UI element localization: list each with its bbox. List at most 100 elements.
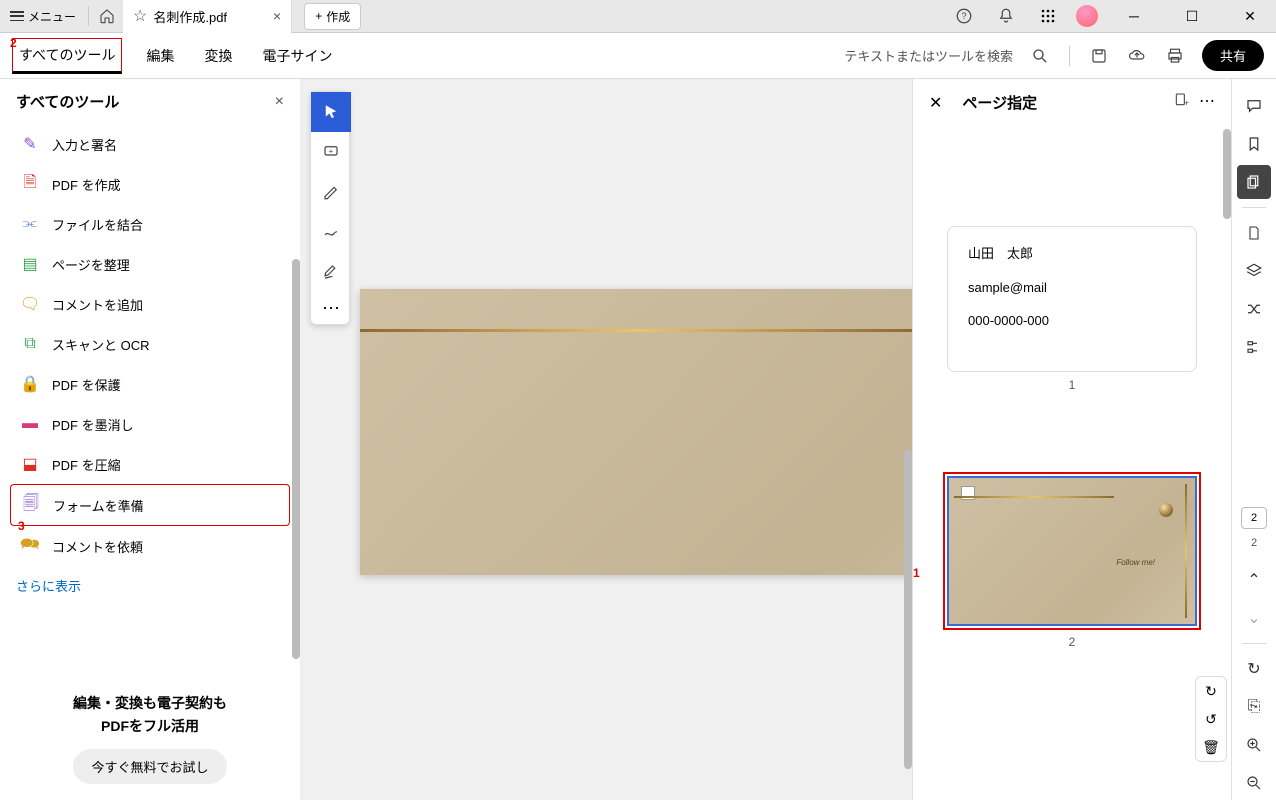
tool-redact[interactable]: ▬PDF を墨消し <box>10 404 290 444</box>
add-page-button[interactable]: + <box>1173 91 1189 114</box>
tool-organize[interactable]: ▤ページを整理 <box>10 244 290 284</box>
thumbnail-tools: ↻ ↺ 🗑 <box>1195 676 1227 762</box>
tool-combine[interactable]: ⫘ファイルを結合 <box>10 204 290 244</box>
delete-page-button[interactable]: 🗑 <box>1196 733 1226 761</box>
close-pages-panel[interactable]: ✕ <box>929 93 942 113</box>
share-button[interactable]: 共有 <box>1202 40 1264 71</box>
tool-protect[interactable]: 🔒PDF を保護 <box>10 364 290 404</box>
close-panel-button[interactable]: × <box>275 93 284 111</box>
zoom-out-icon <box>1245 774 1263 792</box>
cursor-icon <box>322 103 340 121</box>
create-button[interactable]: + 作成 <box>304 3 361 30</box>
zoom-out-button[interactable] <box>1237 766 1271 800</box>
scrollbar[interactable] <box>1223 129 1231 219</box>
rail-bookmark-button[interactable] <box>1237 127 1271 161</box>
scan-icon: ⧉ <box>20 334 40 354</box>
highlight-tool[interactable] <box>311 172 351 212</box>
menu-button[interactable]: メニュー <box>0 0 86 32</box>
scrollbar[interactable] <box>292 259 300 659</box>
tool-comment[interactable]: 🗨コメントを追加 <box>10 284 290 324</box>
structure-icon <box>1245 338 1263 356</box>
promo-line1: 編集・変換も電子契約も <box>16 692 284 714</box>
tab-esign[interactable]: 電子サイン <box>256 40 338 72</box>
tool-fill-sign[interactable]: ✎入力と署名 <box>10 124 290 164</box>
request-icon: 🗪 <box>20 536 40 556</box>
shuffle-icon <box>1245 300 1263 318</box>
page-canvas[interactable]: Follow me! <box>360 289 912 575</box>
panel-title: すべてのツール <box>16 91 119 112</box>
trial-button[interactable]: 今すぐ無料でお試し <box>73 749 226 784</box>
zoom-in-icon <box>1245 736 1263 754</box>
rail-measure-button[interactable] <box>1237 292 1271 326</box>
pages-panel: ✕ ページ指定 + ⋯ 山田 太郎 sample@mail 000-0000-0… <box>912 79 1232 800</box>
annotation-3: 3 <box>18 519 25 533</box>
search-button[interactable] <box>1029 45 1051 67</box>
separator <box>1242 207 1266 208</box>
document-viewer: + ⋯ Follow me! <box>300 79 912 800</box>
rotate-cw-button[interactable]: ↻ <box>1196 677 1226 705</box>
tab-all-tools[interactable]: すべてのツール <box>12 38 122 74</box>
svg-text:+: + <box>1184 98 1189 107</box>
save-button[interactable] <box>1088 45 1110 67</box>
document-tab[interactable]: ☆ 名刺作成.pdf × <box>123 0 292 33</box>
thumbnail-1[interactable]: 山田 太郎 sample@mail 000-0000-000 1 <box>923 226 1221 392</box>
print-button[interactable] <box>1164 45 1186 67</box>
minimize-button[interactable]: ─ <box>1112 0 1156 32</box>
cloud-button[interactable] <box>1126 45 1148 67</box>
maximize-button[interactable]: ☐ <box>1170 0 1214 32</box>
ellipsis-icon: ⋯ <box>322 298 340 319</box>
decoration-hline <box>360 329 912 332</box>
card-name: 山田 太郎 <box>968 243 1176 262</box>
annotation-2: 2 <box>10 36 17 50</box>
rail-structure-button[interactable] <box>1237 330 1271 364</box>
more-tools[interactable]: ⋯ <box>311 292 351 324</box>
show-more-link[interactable]: さらに表示 <box>0 566 300 605</box>
page-up-button[interactable]: ⌃ <box>1237 563 1271 597</box>
rail-pages-button[interactable] <box>1237 165 1271 199</box>
page-down-button[interactable]: ⌄ <box>1237 601 1271 635</box>
draw-tool[interactable] <box>311 212 351 252</box>
separator <box>88 6 89 26</box>
thumbnail-2-selected[interactable]: Follow me! 2 <box>923 402 1221 649</box>
apps-button[interactable] <box>1034 2 1062 30</box>
help-button[interactable]: ? <box>950 2 978 30</box>
tool-create-pdf[interactable]: 🗎PDF を作成 <box>10 164 290 204</box>
tool-prepare-form[interactable]: 🗐フォームを準備 <box>10 484 290 526</box>
notification-button[interactable] <box>992 2 1020 30</box>
text-comment-tool[interactable]: + <box>311 132 351 172</box>
page-number-1: 1 <box>923 378 1221 392</box>
user-avatar[interactable] <box>1076 5 1098 27</box>
rail-comment-button[interactable] <box>1237 89 1271 123</box>
rail-file-button[interactable] <box>1237 216 1271 250</box>
tool-request-comment[interactable]: 🗪コメントを依頼 <box>10 526 290 566</box>
highlight-icon <box>322 183 340 201</box>
scrollbar[interactable] <box>904 449 912 769</box>
toolbar: すべてのツール 編集 変換 電子サイン テキストまたはツールを検索 共有 <box>0 33 1276 79</box>
rotate-view-button[interactable]: ↻ <box>1237 652 1271 686</box>
tab-title: 名刺作成.pdf <box>153 7 227 26</box>
close-tab-button[interactable]: × <box>273 8 281 24</box>
pages-more-button[interactable]: ⋯ <box>1199 91 1215 114</box>
current-page-indicator[interactable]: 2 <box>1241 507 1267 529</box>
search-icon <box>1031 47 1049 65</box>
close-window-button[interactable]: ✕ <box>1228 0 1272 32</box>
pages-icon <box>1245 173 1263 191</box>
svg-text:?: ? <box>961 11 966 21</box>
rail-layers-button[interactable] <box>1237 254 1271 288</box>
zoom-in-button[interactable] <box>1237 728 1271 762</box>
tab-convert[interactable]: 変換 <box>198 40 238 72</box>
title-bar: メニュー ☆ 名刺作成.pdf × + 作成 ? ─ ☐ ✕ <box>0 0 1276 33</box>
tab-edit[interactable]: 編集 <box>140 40 180 72</box>
sign-tool[interactable] <box>311 252 351 292</box>
tool-compress[interactable]: ⬓PDF を圧縮 <box>10 444 290 484</box>
tool-scan-ocr[interactable]: ⧉スキャンと OCR <box>10 324 290 364</box>
rail-extract-button[interactable]: ⎘ <box>1237 690 1271 724</box>
comment-box-icon: + <box>322 143 340 161</box>
tool-list: ✎入力と署名 🗎PDF を作成 ⫘ファイルを結合 ▤ページを整理 🗨コメントを追… <box>0 124 300 566</box>
star-icon[interactable]: ☆ <box>133 6 147 26</box>
search-placeholder[interactable]: テキストまたはツールを検索 <box>844 46 1013 65</box>
home-button[interactable] <box>91 0 123 32</box>
vertical-toolbar: + ⋯ <box>310 91 350 325</box>
rotate-ccw-button[interactable]: ↺ <box>1196 705 1226 733</box>
select-tool[interactable] <box>311 92 351 132</box>
